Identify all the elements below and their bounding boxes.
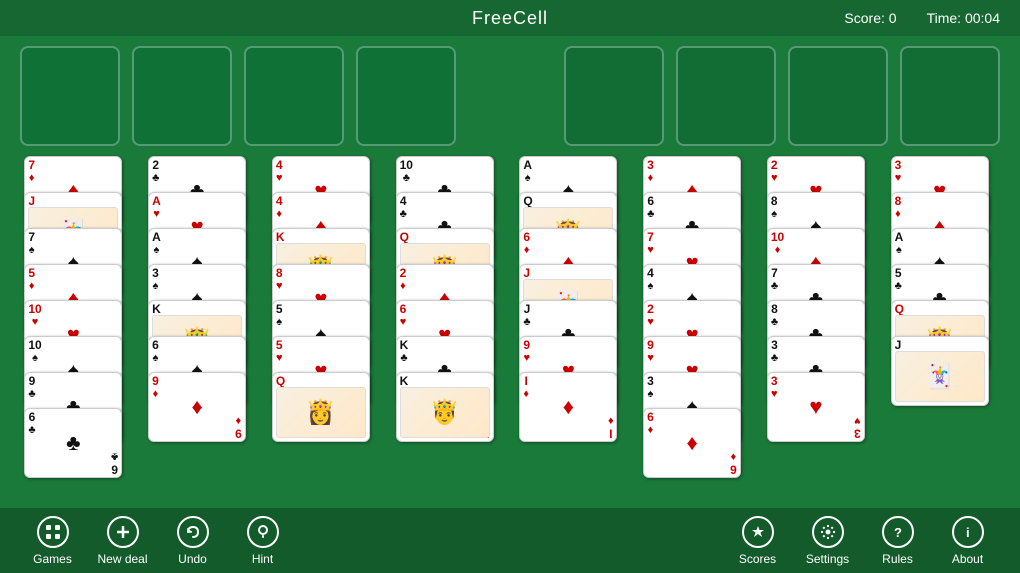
- undo-label: Undo: [178, 552, 207, 566]
- foundations: [564, 46, 1000, 146]
- foundation-1[interactable]: [564, 46, 664, 146]
- settings-label: Settings: [806, 552, 849, 566]
- free-cell-4[interactable]: [356, 46, 456, 146]
- hint-button[interactable]: Hint: [230, 511, 295, 571]
- toolbar-left: Games New deal Undo: [20, 511, 295, 571]
- undo-icon: [177, 516, 209, 548]
- games-button[interactable]: Games: [20, 511, 85, 571]
- score-display: Score: 0: [844, 10, 896, 26]
- card-column-5[interactable]: 3♦3♦♦6♣6♣♣7♥7♥♥4♠4♠♠2♥2♥♥9♥9♥♥3♠3♠♠6♦6♦♦: [643, 156, 748, 508]
- free-cell-1[interactable]: [20, 46, 120, 146]
- card-column-1[interactable]: 2♣2♣♣A♥A♥♥A♠A♠♠3♠3♠♠K♠K♠🤴6♠6♠♠9♦9♦♦: [148, 156, 253, 472]
- card-column-3[interactable]: 10♣10♣♣4♣4♣♣Q♥Q♥👸2♦2♦♦6♥6♥♥K♣K♣♣K♠K♠🤴: [396, 156, 501, 472]
- playing-card[interactable]: K♠K♠🤴: [396, 372, 494, 442]
- card-column-7[interactable]: 3♥3♥♥8♦8♦♦A♠A♠♠5♣5♣♣Q♥Q♥👸J♠J♠🃏: [891, 156, 996, 456]
- playing-card[interactable]: 3♥3♥♥: [767, 372, 865, 442]
- toolbar-right: Scores Settings ? Rules i: [725, 511, 1000, 571]
- score-area: Score: 0 Time: 00:04: [844, 10, 1000, 26]
- scores-label: Scores: [739, 552, 776, 566]
- hint-icon: [247, 516, 279, 548]
- about-icon: i: [952, 516, 984, 548]
- free-cells: [20, 46, 456, 146]
- games-icon: [37, 516, 69, 548]
- about-button[interactable]: i About: [935, 511, 1000, 571]
- playing-card[interactable]: Q♦Q♦👸: [272, 372, 370, 442]
- game-area: 7♦7♦♦J♦J♦🃏7♠7♠♠5♦5♦♦10♥10♥♥10♠10♠♠9♣9♣♣6…: [0, 36, 1020, 508]
- playing-card[interactable]: J♠J♠🃏: [891, 336, 989, 406]
- new-deal-label: New deal: [97, 552, 147, 566]
- toolbar: Games New deal Undo: [0, 508, 1020, 573]
- playing-card[interactable]: 6♣6♣♣: [24, 408, 122, 478]
- rules-label: Rules: [882, 552, 913, 566]
- scores-icon: [742, 516, 774, 548]
- card-columns: 7♦7♦♦J♦J♦🃏7♠7♠♠5♦5♦♦10♥10♥♥10♠10♠♠9♣9♣♣6…: [0, 156, 1020, 508]
- playing-card[interactable]: 6♦6♦♦: [643, 408, 741, 478]
- card-column-4[interactable]: A♠A♠♠Q♠Q♠👸6♦6♦♦J♥J♥🃏J♣J♣♣9♥9♥♥I♦I♦♦: [519, 156, 624, 472]
- scores-button[interactable]: Scores: [725, 511, 790, 571]
- games-label: Games: [33, 552, 72, 566]
- settings-button[interactable]: Settings: [795, 511, 860, 571]
- rules-icon: ?: [882, 516, 914, 548]
- playing-card[interactable]: I♦I♦♦: [519, 372, 617, 442]
- settings-icon: [812, 516, 844, 548]
- foundation-4[interactable]: [900, 46, 1000, 146]
- hint-label: Hint: [252, 552, 273, 566]
- svg-text:i: i: [966, 525, 970, 540]
- new-deal-button[interactable]: New deal: [90, 511, 155, 571]
- card-column-2[interactable]: 4♥4♥♥4♦4♦♦K♥K♥🤴8♥8♥♥5♠5♠♠5♥5♥♥Q♦Q♦👸: [272, 156, 377, 472]
- free-cell-3[interactable]: [244, 46, 344, 146]
- free-cell-2[interactable]: [132, 46, 232, 146]
- about-label: About: [952, 552, 983, 566]
- svg-text:?: ?: [894, 525, 902, 540]
- foundation-3[interactable]: [788, 46, 888, 146]
- playing-card[interactable]: 9♦9♦♦: [148, 372, 246, 442]
- card-column-0[interactable]: 7♦7♦♦J♦J♦🃏7♠7♠♠5♦5♦♦10♥10♥♥10♠10♠♠9♣9♣♣6…: [24, 156, 129, 508]
- card-column-6[interactable]: 2♥2♥♥8♠8♠♠10♦10♦♦7♣7♣♣8♣8♣♣3♣3♣♣3♥3♥♥: [767, 156, 872, 472]
- top-slots: [0, 36, 1020, 156]
- game-header: FreeCell Score: 0 Time: 00:04: [0, 0, 1020, 36]
- time-display: Time: 00:04: [927, 10, 1000, 26]
- rules-button[interactable]: ? Rules: [865, 511, 930, 571]
- foundation-2[interactable]: [676, 46, 776, 146]
- undo-button[interactable]: Undo: [160, 511, 225, 571]
- game-title: FreeCell: [472, 8, 548, 29]
- new-deal-icon: [107, 516, 139, 548]
